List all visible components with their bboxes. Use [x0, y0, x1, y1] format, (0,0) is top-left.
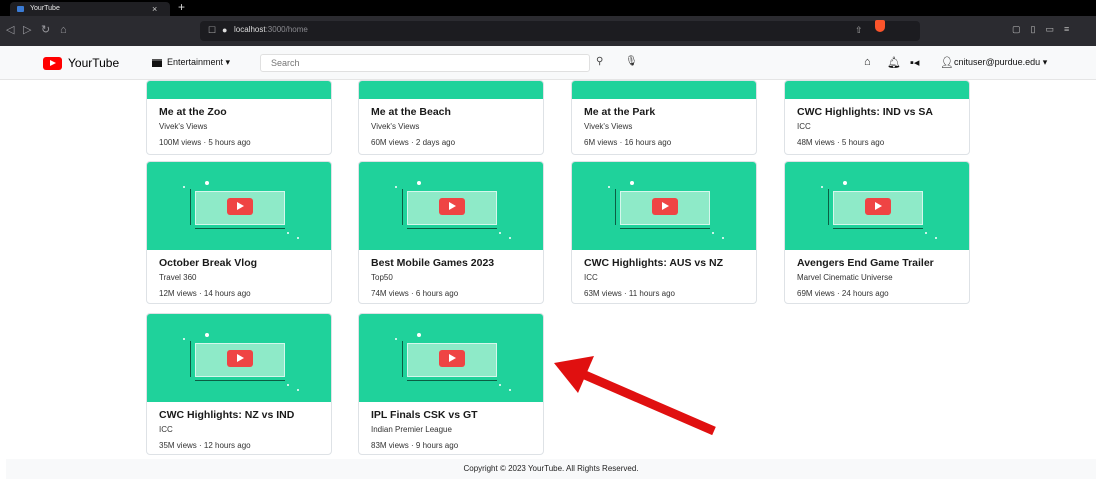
- video-channel[interactable]: ICC: [159, 425, 319, 434]
- video-meta: 83M views · 9 hours ago: [371, 441, 459, 450]
- play-icon[interactable]: [439, 198, 465, 215]
- user-icon: 👤︎: [940, 57, 954, 69]
- video-meta: 100M views · 5 hours ago: [159, 138, 251, 147]
- favicon-icon: [17, 6, 24, 12]
- annotation-arrow-icon: [554, 356, 716, 436]
- video-card[interactable]: Me at the Zoo Vivek's Views 100M views ·…: [146, 80, 332, 155]
- video-card[interactable]: Me at the Beach Vivek's Views 60M views …: [358, 80, 544, 155]
- browser-tab-strip: YourTube × +: [0, 0, 1096, 16]
- play-icon[interactable]: [227, 198, 253, 215]
- video-card[interactable]: Best Mobile Games 2023 Top50 74M views ·…: [358, 161, 544, 304]
- video-channel[interactable]: Marvel Cinematic Universe: [797, 273, 957, 282]
- app-navbar: YourTube Entertainment ▾ ⚲ 🎙︎ ⌂ 🔔︎ ▪◂ 👤︎…: [0, 46, 1096, 80]
- video-channel[interactable]: Top50: [371, 273, 531, 282]
- search-input[interactable]: [260, 54, 590, 72]
- video-title[interactable]: Avengers End Game Trailer: [797, 257, 957, 269]
- video-card[interactable]: IPL Finals CSK vs GT Indian Premier Leag…: [358, 313, 544, 455]
- video-thumbnail[interactable]: [359, 314, 543, 402]
- video-thumbnail[interactable]: [147, 162, 331, 250]
- back-icon[interactable]: ◁: [6, 23, 14, 37]
- brave-shield-icon[interactable]: [875, 20, 885, 32]
- url-text: localhost:3000/home: [234, 25, 308, 34]
- video-meta: 69M views · 24 hours ago: [797, 289, 889, 298]
- video-meta: 74M views · 6 hours ago: [371, 289, 459, 298]
- home-icon[interactable]: ⌂: [864, 56, 871, 68]
- share-icon[interactable]: ⇧: [855, 25, 863, 36]
- forward-icon[interactable]: ▷: [23, 23, 31, 37]
- new-tab-button[interactable]: +: [178, 0, 185, 14]
- mic-icon[interactable]: 🎙︎: [625, 56, 638, 67]
- video-camera-icon[interactable]: ▪◂: [910, 56, 919, 69]
- video-card[interactable]: CWC Highlights: AUS vs NZ ICC 63M views …: [571, 161, 757, 304]
- video-card[interactable]: Avengers End Game Trailer Marvel Cinemat…: [784, 161, 970, 304]
- video-title[interactable]: CWC Highlights: NZ vs IND: [159, 409, 319, 421]
- brand-link[interactable]: YourTube: [43, 55, 119, 71]
- play-icon[interactable]: [865, 198, 891, 215]
- video-thumbnail[interactable]: [147, 81, 331, 99]
- url-bar[interactable]: ☐ ● localhost:3000/home ⇧: [200, 21, 920, 41]
- video-title[interactable]: CWC Highlights: IND vs SA: [797, 106, 957, 118]
- video-thumbnail[interactable]: [572, 162, 756, 250]
- video-meta: 12M views · 14 hours ago: [159, 289, 251, 298]
- bookmark-icon[interactable]: ☐: [208, 25, 216, 36]
- video-title[interactable]: Me at the Zoo: [159, 106, 319, 118]
- category-dropdown[interactable]: Entertainment ▾: [152, 57, 230, 68]
- video-channel[interactable]: Vivek's Views: [371, 122, 531, 131]
- video-card[interactable]: CWC Highlights: IND vs SA ICC 48M views …: [784, 80, 970, 155]
- category-label: Entertainment ▾: [167, 57, 231, 67]
- search-icon[interactable]: ⚲: [596, 56, 603, 67]
- play-icon[interactable]: [439, 350, 465, 367]
- youtube-logo-icon: [43, 56, 62, 70]
- close-tab-icon[interactable]: ×: [152, 2, 157, 16]
- video-channel[interactable]: Travel 360: [159, 273, 319, 282]
- user-dropdown[interactable]: cnituser@purdue.edu ▾: [954, 57, 1047, 68]
- video-card[interactable]: Me at the Park Vivek's Views 6M views · …: [571, 80, 757, 155]
- video-title[interactable]: Me at the Beach: [371, 106, 531, 118]
- video-thumbnail[interactable]: [359, 162, 543, 250]
- video-thumbnail[interactable]: [359, 81, 543, 99]
- play-icon[interactable]: [652, 198, 678, 215]
- video-thumbnail[interactable]: [572, 81, 756, 99]
- video-title[interactable]: Me at the Park: [584, 106, 744, 118]
- reload-icon[interactable]: ↻: [41, 23, 50, 37]
- video-title[interactable]: October Break Vlog: [159, 257, 319, 269]
- browser-tab-title: YourTube: [30, 5, 60, 12]
- video-card[interactable]: October Break Vlog Travel 360 12M views …: [146, 161, 332, 304]
- video-channel[interactable]: Indian Premier League: [371, 425, 531, 434]
- video-meta: 35M views · 12 hours ago: [159, 441, 251, 450]
- browser-toolbar: ◁ ▷ ↻ ⌂ ☐ ● localhost:3000/home ⇧ ▢▯▭≡: [0, 16, 1096, 46]
- clapperboard-icon: [152, 58, 162, 67]
- video-title[interactable]: CWC Highlights: AUS vs NZ: [584, 257, 744, 269]
- browser-tools-icons[interactable]: ▢▯▭≡: [1012, 24, 1079, 35]
- browser-tab[interactable]: YourTube ×: [10, 2, 170, 16]
- video-meta: 48M views · 5 hours ago: [797, 138, 885, 147]
- lock-icon: ●: [222, 25, 228, 35]
- video-thumbnail[interactable]: [147, 314, 331, 402]
- video-meta: 63M views · 11 hours ago: [584, 289, 676, 298]
- play-icon[interactable]: [227, 350, 253, 367]
- video-thumbnail[interactable]: [785, 81, 969, 99]
- video-channel[interactable]: Vivek's Views: [159, 122, 319, 131]
- video-title[interactable]: IPL Finals CSK vs GT: [371, 409, 531, 421]
- video-channel[interactable]: ICC: [584, 273, 744, 282]
- video-thumbnail[interactable]: [785, 162, 969, 250]
- video-channel[interactable]: ICC: [797, 122, 957, 131]
- brand-name: YourTube: [68, 56, 120, 70]
- video-card[interactable]: CWC Highlights: NZ vs IND ICC 35M views …: [146, 313, 332, 455]
- footer: Copyright © 2023 YourTube. All Rights Re…: [6, 459, 1096, 479]
- bell-icon[interactable]: 🔔︎: [887, 56, 901, 69]
- video-meta: 60M views · 2 days ago: [371, 138, 456, 147]
- video-meta: 6M views · 16 hours ago: [584, 138, 672, 147]
- video-title[interactable]: Best Mobile Games 2023: [371, 257, 531, 269]
- home-icon[interactable]: ⌂: [60, 23, 67, 37]
- video-channel[interactable]: Vivek's Views: [584, 122, 744, 131]
